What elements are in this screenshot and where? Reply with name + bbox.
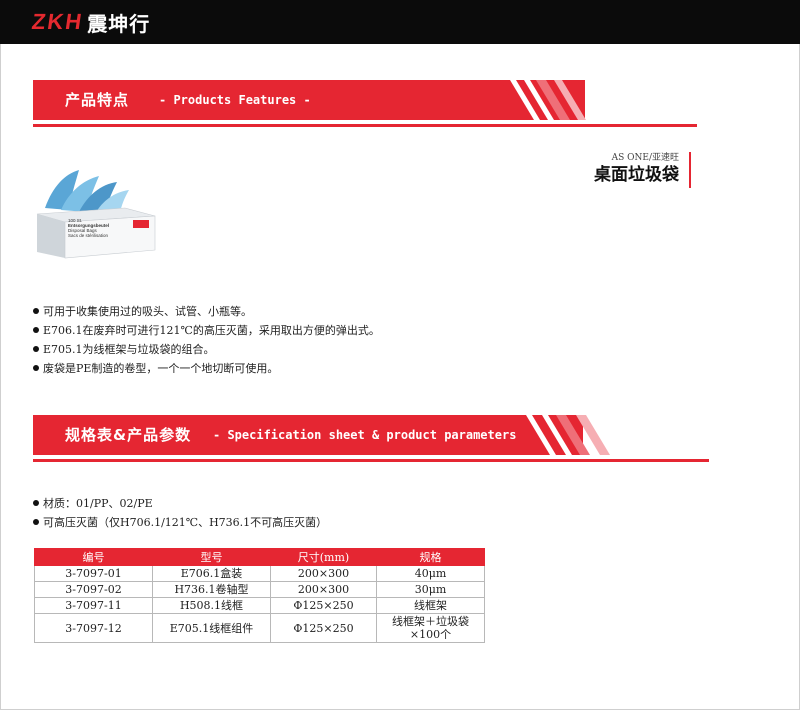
- feature-text: 废袋是PE制造的卷型，一个一个地切断可使用。: [43, 362, 279, 375]
- bullet-icon: [33, 365, 39, 371]
- spec-table: 编号 型号 尺寸(mm) 规格 3-7097-01 E706.1盒装 200×3…: [34, 548, 485, 643]
- table-header-row: 编号 型号 尺寸(mm) 规格: [34, 548, 485, 566]
- spec-notes: 材质：01/PP、02/PE 可高压灭菌（仅H706.1/121℃、H736.1…: [33, 494, 327, 532]
- spec-title: 规格表&产品参数: [65, 426, 192, 444]
- features-subtitle: - Products Features -: [159, 93, 311, 107]
- spec-banner: 规格表&产品参数 - Specification sheet & product…: [33, 415, 583, 455]
- bullet-icon: [33, 519, 39, 525]
- header-code: 编号: [34, 548, 153, 566]
- brand-name: AS ONE/亚速旺: [611, 153, 679, 163]
- list-item: 可高压灭菌（仅H706.1/121℃、H736.1不可高压灭菌）: [33, 513, 327, 532]
- box-label-fr: Sacs de stérilisation: [68, 233, 109, 238]
- bullet-icon: [33, 308, 39, 314]
- bullet-icon: [33, 346, 39, 352]
- features-rule: [33, 124, 697, 127]
- box-label: 100 St. Entsorgungsbeutel Disposal Bags …: [68, 218, 109, 238]
- list-item: 可用于收集使用过的吸头、试管、小瓶等。: [33, 302, 380, 321]
- header-size: 尺寸(mm): [270, 548, 377, 566]
- logo-chinese: 震坤行: [87, 11, 151, 36]
- top-bar: ZKH 震坤行: [0, 0, 800, 44]
- cell-model: H736.1卷轴型: [152, 581, 271, 598]
- cell-size: Φ125×250: [270, 597, 377, 614]
- cell-spec: 线框架＋垃圾袋×100个: [376, 613, 485, 643]
- feature-text: 可用于收集使用过的吸头、试管、小瓶等。: [43, 305, 252, 318]
- company-logo: ZKH 震坤行: [30, 7, 151, 37]
- cell-code: 3-7097-11: [34, 597, 153, 614]
- cell-size: Φ125×250: [270, 613, 377, 643]
- product-heading: AS ONE/亚速旺 桌面垃圾袋: [594, 152, 691, 188]
- features-stripes-icon: [500, 80, 586, 120]
- cell-code: 3-7097-01: [34, 565, 153, 582]
- list-item: 材质：01/PP、02/PE: [33, 494, 327, 513]
- bullet-icon: [33, 500, 39, 506]
- header-spec: 规格: [376, 548, 485, 566]
- product-name: 桌面垃圾袋: [594, 165, 679, 185]
- features-title: 产品特点: [65, 91, 130, 109]
- cell-model: E706.1盒装: [152, 565, 271, 582]
- list-item: 废袋是PE制造的卷型，一个一个地切断可使用。: [33, 359, 380, 378]
- spec-rule: [33, 459, 709, 462]
- cell-spec: 40μm: [376, 565, 485, 582]
- spec-subtitle: - Specification sheet & product paramete…: [213, 428, 517, 442]
- list-item: E706.1在废弃时可进行121℃的高压灭菌，采用取出方便的弹出式。: [33, 321, 380, 340]
- cell-model: H508.1线框: [152, 597, 271, 614]
- product-image: [36, 170, 156, 259]
- cell-model: E705.1线框组件: [152, 613, 271, 643]
- cell-size: 200×300: [270, 565, 377, 582]
- cell-code: 3-7097-02: [34, 581, 153, 598]
- cell-spec: 线框架: [376, 597, 485, 614]
- cell-spec: 30μm: [376, 581, 485, 598]
- feature-text: E705.1为线框架与垃圾袋的组合。: [43, 343, 215, 356]
- cell-code: 3-7097-12: [34, 613, 153, 643]
- cell-size: 200×300: [270, 581, 377, 598]
- table-row: 3-7097-11 H508.1线框 Φ125×250 线框架: [34, 597, 485, 614]
- table-row: 3-7097-01 E706.1盒装 200×300 40μm: [34, 565, 485, 582]
- note-text: 可高压灭菌（仅H706.1/121℃、H736.1不可高压灭菌）: [43, 516, 328, 529]
- table-row: 3-7097-02 H736.1卷轴型 200×300 30μm: [34, 581, 485, 598]
- spec-stripes-icon: [510, 415, 610, 455]
- note-text: 材质：01/PP、02/PE: [43, 497, 153, 510]
- logo-latin: ZKH: [30, 9, 86, 34]
- list-item: E705.1为线框架与垃圾袋的组合。: [33, 340, 380, 359]
- header-model: 型号: [152, 548, 271, 566]
- table-row: 3-7097-12 E705.1线框组件 Φ125×250 线框架＋垃圾袋×10…: [34, 613, 485, 643]
- bullet-icon: [33, 327, 39, 333]
- features-list: 可用于收集使用过的吸头、试管、小瓶等。 E706.1在废弃时可进行121℃的高压…: [33, 302, 380, 378]
- feature-text: E706.1在废弃时可进行121℃的高压灭菌，采用取出方便的弹出式。: [43, 324, 380, 337]
